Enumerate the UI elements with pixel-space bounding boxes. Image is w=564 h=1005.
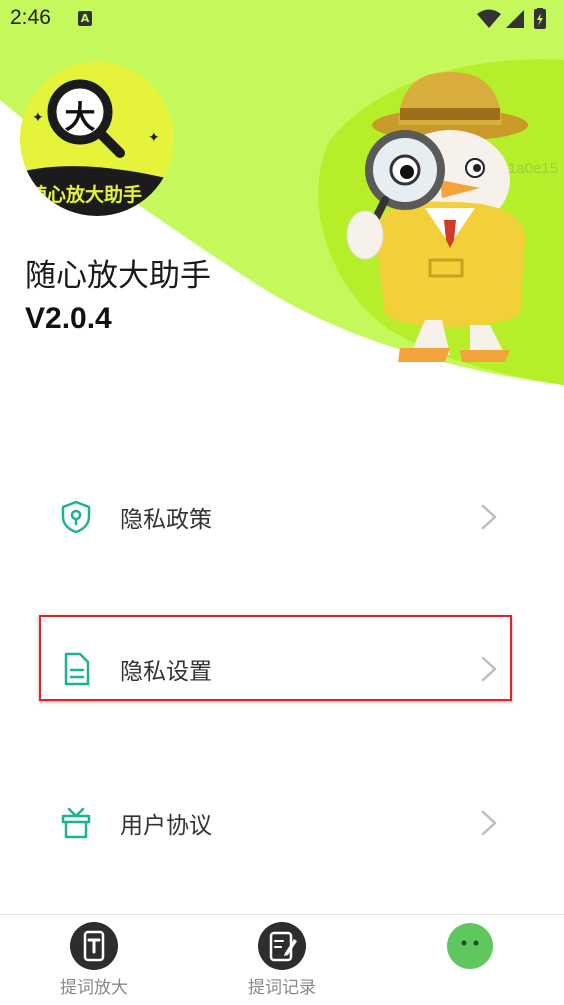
menu-item-user-agreement[interactable]: 用户协议 (0, 768, 564, 878)
gift-icon (61, 807, 91, 839)
chevron-right-icon (481, 504, 497, 530)
tab-records[interactable]: 提词记录 (222, 915, 342, 1005)
svg-text:✦: ✦ (32, 110, 44, 126)
mascot-illustration (330, 70, 560, 370)
text-phone-icon (70, 922, 118, 970)
bottom-tab-bar: 提词放大 提词记录 (0, 914, 564, 1005)
notification-icon: A (78, 11, 92, 26)
menu-item-privacy-policy[interactable]: 隐私政策 (0, 462, 564, 572)
chevron-right-icon (481, 810, 497, 836)
chat-icon (447, 923, 493, 969)
menu-item-label: 隐私政策 (120, 507, 212, 533)
status-time: 2:46 (10, 6, 51, 29)
watermark-text: 1a0e15 (508, 160, 559, 177)
logo-char: 大 (64, 100, 96, 136)
status-icons (477, 8, 546, 29)
svg-text:✦: ✦ (148, 130, 160, 146)
app-name: 随心放大助手 (25, 258, 211, 294)
status-bar: 2:46 A (0, 0, 564, 38)
edit-record-icon (258, 922, 306, 970)
tab-chat[interactable] (410, 915, 530, 1005)
app-version: V2.0.4 (25, 302, 112, 335)
app-logo: ✦ ✦ 大 随心放大助手 (20, 62, 174, 216)
logo-banner: 随心放大助手 (28, 184, 143, 206)
tab-label: 提词记录 (248, 978, 316, 998)
tab-text-magnify[interactable]: 提词放大 (34, 915, 154, 1005)
selection-highlight (39, 615, 512, 701)
shield-icon (61, 500, 91, 534)
menu-item-label: 用户协议 (120, 813, 212, 839)
tab-label: 提词放大 (60, 978, 128, 998)
